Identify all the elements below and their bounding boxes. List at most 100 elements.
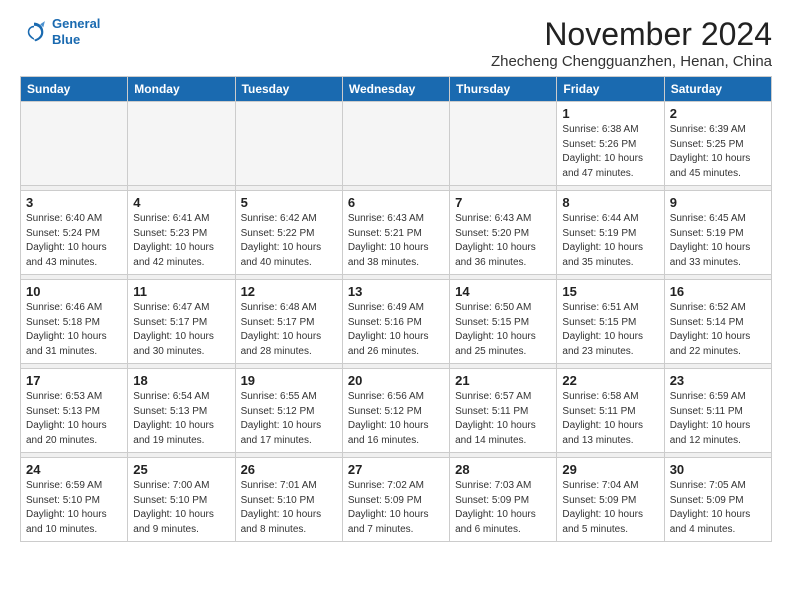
day-number: 10	[26, 284, 122, 299]
week-row-5: 24 Sunrise: 6:59 AMSunset: 5:10 PMDayligh…	[21, 458, 772, 542]
day-info: Sunrise: 6:39 AMSunset: 5:25 PMDaylight:…	[670, 123, 766, 181]
day-info: Sunrise: 6:43 AMSunset: 5:21 PMDaylight:…	[348, 212, 444, 270]
cell-2-0: 3 Sunrise: 6:40 AMSunset: 5:24 PMDaylight…	[21, 191, 128, 275]
day-number: 5	[241, 195, 337, 210]
day-number: 17	[26, 373, 122, 388]
day-info: Sunrise: 6:41 AMSunset: 5:23 PMDaylight:…	[133, 212, 229, 270]
day-number: 7	[455, 195, 551, 210]
day-info: Sunrise: 7:02 AMSunset: 5:09 PMDaylight:…	[348, 479, 444, 537]
cell-1-6: 2 Sunrise: 6:39 AMSunset: 5:25 PMDaylight…	[664, 102, 771, 186]
cell-3-2: 12Sunrise: 6:48 AMSunset: 5:17 PMDayligh…	[235, 280, 342, 364]
day-number: 24	[26, 462, 122, 477]
day-number: 23	[670, 373, 766, 388]
day-number: 4	[133, 195, 229, 210]
col-monday: Monday	[128, 77, 235, 102]
cell-5-0: 24 Sunrise: 6:59 AMSunset: 5:10 PMDayligh…	[21, 458, 128, 542]
day-info: Sunrise: 6:59 AMSunset: 5:11 PMDaylight:…	[670, 390, 766, 448]
col-thursday: Thursday	[450, 77, 557, 102]
logo-text: General Blue	[52, 16, 100, 47]
day-number: 29	[562, 462, 658, 477]
location-title: Zhecheng Chengguanzhen, Henan, China	[491, 53, 772, 70]
cell-4-0: 17 Sunrise: 6:53 AMSunset: 5:13 PMDayligh…	[21, 369, 128, 453]
day-number: 9	[670, 195, 766, 210]
day-info: Sunrise: 6:55 AMSunset: 5:12 PMDaylight:…	[241, 390, 337, 448]
day-number: 21	[455, 373, 551, 388]
day-number: 14	[455, 284, 551, 299]
cell-5-1: 25 Sunrise: 7:00 AMSunset: 5:10 PMDayligh…	[128, 458, 235, 542]
day-number: 22	[562, 373, 658, 388]
day-info: Sunrise: 6:59 AMSunset: 5:10 PMDaylight:…	[26, 479, 122, 537]
day-info: Sunrise: 6:47 AMSunset: 5:17 PMDaylight:…	[133, 301, 229, 359]
cell-3-5: 15 Sunrise: 6:51 AMSunset: 5:15 PMDayligh…	[557, 280, 664, 364]
day-info: Sunrise: 6:51 AMSunset: 5:15 PMDaylight:…	[562, 301, 658, 359]
day-number: 26	[241, 462, 337, 477]
day-info: Sunrise: 6:46 AMSunset: 5:18 PMDaylight:…	[26, 301, 122, 359]
logo-line1: General	[52, 16, 100, 31]
day-number: 12	[241, 284, 337, 299]
cell-3-6: 16Sunrise: 6:52 AMSunset: 5:14 PMDayligh…	[664, 280, 771, 364]
cell-4-6: 23 Sunrise: 6:59 AMSunset: 5:11 PMDayligh…	[664, 369, 771, 453]
cell-1-0	[21, 102, 128, 186]
day-info: Sunrise: 6:50 AMSunset: 5:15 PMDaylight:…	[455, 301, 551, 359]
cell-3-4: 14 Sunrise: 6:50 AMSunset: 5:15 PMDayligh…	[450, 280, 557, 364]
day-info: Sunrise: 7:05 AMSunset: 5:09 PMDaylight:…	[670, 479, 766, 537]
month-title: November 2024	[491, 16, 772, 53]
col-tuesday: Tuesday	[235, 77, 342, 102]
day-info: Sunrise: 7:01 AMSunset: 5:10 PMDaylight:…	[241, 479, 337, 537]
day-number: 8	[562, 195, 658, 210]
day-info: Sunrise: 6:53 AMSunset: 5:13 PMDaylight:…	[26, 390, 122, 448]
cell-4-5: 22 Sunrise: 6:58 AMSunset: 5:11 PMDayligh…	[557, 369, 664, 453]
day-info: Sunrise: 6:58 AMSunset: 5:11 PMDaylight:…	[562, 390, 658, 448]
cell-1-5: 1Sunrise: 6:38 AMSunset: 5:26 PMDaylight…	[557, 102, 664, 186]
cell-5-6: 30Sunrise: 7:05 AMSunset: 5:09 PMDayligh…	[664, 458, 771, 542]
day-number: 18	[133, 373, 229, 388]
day-number: 6	[348, 195, 444, 210]
col-sunday: Sunday	[21, 77, 128, 102]
cell-3-1: 11 Sunrise: 6:47 AMSunset: 5:17 PMDayligh…	[128, 280, 235, 364]
week-row-4: 17 Sunrise: 6:53 AMSunset: 5:13 PMDayligh…	[21, 369, 772, 453]
cell-1-1	[128, 102, 235, 186]
cell-4-2: 19Sunrise: 6:55 AMSunset: 5:12 PMDayligh…	[235, 369, 342, 453]
title-block: November 2024 Zhecheng Chengguanzhen, He…	[491, 16, 772, 70]
day-number: 28	[455, 462, 551, 477]
day-info: Sunrise: 6:45 AMSunset: 5:19 PMDaylight:…	[670, 212, 766, 270]
col-wednesday: Wednesday	[342, 77, 449, 102]
cell-3-0: 10 Sunrise: 6:46 AMSunset: 5:18 PMDayligh…	[21, 280, 128, 364]
cell-5-3: 27Sunrise: 7:02 AMSunset: 5:09 PMDayligh…	[342, 458, 449, 542]
logo-line2: Blue	[52, 32, 80, 47]
calendar-table: Sunday Monday Tuesday Wednesday Thursday…	[20, 76, 772, 542]
day-number: 3	[26, 195, 122, 210]
day-info: Sunrise: 6:44 AMSunset: 5:19 PMDaylight:…	[562, 212, 658, 270]
cell-4-4: 21 Sunrise: 6:57 AMSunset: 5:11 PMDayligh…	[450, 369, 557, 453]
day-info: Sunrise: 7:00 AMSunset: 5:10 PMDaylight:…	[133, 479, 229, 537]
week-row-3: 10 Sunrise: 6:46 AMSunset: 5:18 PMDayligh…	[21, 280, 772, 364]
day-info: Sunrise: 6:42 AMSunset: 5:22 PMDaylight:…	[241, 212, 337, 270]
day-info: Sunrise: 6:38 AMSunset: 5:26 PMDaylight:…	[562, 123, 658, 181]
day-info: Sunrise: 6:57 AMSunset: 5:11 PMDaylight:…	[455, 390, 551, 448]
cell-1-2	[235, 102, 342, 186]
day-info: Sunrise: 6:54 AMSunset: 5:13 PMDaylight:…	[133, 390, 229, 448]
cell-1-3	[342, 102, 449, 186]
logo: General Blue	[20, 16, 100, 47]
day-number: 15	[562, 284, 658, 299]
cell-5-4: 28Sunrise: 7:03 AMSunset: 5:09 PMDayligh…	[450, 458, 557, 542]
day-number: 20	[348, 373, 444, 388]
cell-2-5: 8 Sunrise: 6:44 AMSunset: 5:19 PMDaylight…	[557, 191, 664, 275]
cell-4-1: 18 Sunrise: 6:54 AMSunset: 5:13 PMDayligh…	[128, 369, 235, 453]
day-number: 11	[133, 284, 229, 299]
day-number: 2	[670, 106, 766, 121]
week-row-2: 3 Sunrise: 6:40 AMSunset: 5:24 PMDaylight…	[21, 191, 772, 275]
col-saturday: Saturday	[664, 77, 771, 102]
day-number: 16	[670, 284, 766, 299]
day-info: Sunrise: 6:56 AMSunset: 5:12 PMDaylight:…	[348, 390, 444, 448]
cell-2-6: 9 Sunrise: 6:45 AMSunset: 5:19 PMDaylight…	[664, 191, 771, 275]
day-number: 25	[133, 462, 229, 477]
day-info: Sunrise: 7:04 AMSunset: 5:09 PMDaylight:…	[562, 479, 658, 537]
cell-2-4: 7Sunrise: 6:43 AMSunset: 5:20 PMDaylight…	[450, 191, 557, 275]
day-number: 13	[348, 284, 444, 299]
week-row-1: 1Sunrise: 6:38 AMSunset: 5:26 PMDaylight…	[21, 102, 772, 186]
cell-3-3: 13Sunrise: 6:49 AMSunset: 5:16 PMDayligh…	[342, 280, 449, 364]
header: General Blue November 2024 Zhecheng Chen…	[20, 16, 772, 70]
day-info: Sunrise: 6:40 AMSunset: 5:24 PMDaylight:…	[26, 212, 122, 270]
cell-4-3: 20 Sunrise: 6:56 AMSunset: 5:12 PMDayligh…	[342, 369, 449, 453]
